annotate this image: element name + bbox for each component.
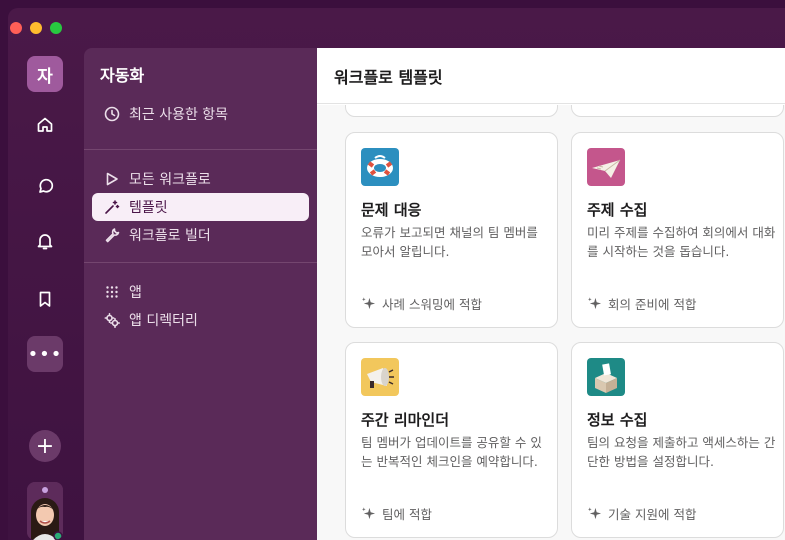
card-description: 팀 멤버가 업데이트를 공유할 수 있는 반복적인 체크인을 예약합니다. [361, 435, 542, 469]
nav-templates[interactable]: 템플릿 [92, 193, 309, 221]
templates-grid: 문제 대응 오류가 보고되면 채널의 팀 멤버를 모아서 알립니다. 사례 스워… [317, 105, 785, 540]
zoom-window-button[interactable] [50, 22, 62, 34]
app-window: 자 ••• + 자동화 최근 사용한 항목 모든 워크플로 템플릿 워크플로 빌… [8, 8, 785, 540]
card-description: 팀의 요청을 제출하고 액세스하는 간단한 방법을 설정합니다. [587, 435, 776, 469]
bookmark-icon[interactable] [30, 284, 60, 314]
nav-workflow-builder[interactable]: 워크플로 빌더 [92, 221, 309, 249]
template-card-incident[interactable]: 문제 대응 오류가 보고되면 채널의 팀 멤버를 모아서 알립니다. 사례 스워… [345, 132, 558, 328]
template-card-topics[interactable]: 주제 수집 미리 주제를 수집하여 회의에서 대화를 시작하는 것을 돕습니다.… [571, 132, 784, 328]
card-description: 미리 주제를 수집하여 회의에서 대화를 시작하는 것을 돕습니다. [587, 225, 776, 259]
panel-title: 자동화 [100, 66, 145, 85]
automation-panel: 자동화 최근 사용한 항목 모든 워크플로 템플릿 워크플로 빌더 앱 앱 디렉… [84, 48, 317, 540]
template-card-intake[interactable]: 정보 수집 팀의 요청을 제출하고 액세스하는 간단한 방법을 설정합니다. 기… [571, 342, 784, 538]
nav-apps[interactable]: 앱 [92, 278, 309, 306]
nav-apps-label: 앱 [129, 285, 142, 301]
add-workspace-button[interactable]: + [29, 430, 61, 462]
card-fit: 기술 지원에 적합 [587, 504, 696, 523]
workspace-rail: 자 ••• + [8, 48, 84, 540]
nav-recent[interactable]: 최근 사용한 항목 [92, 100, 309, 128]
gears-icon [104, 313, 120, 328]
card-title: 주간 리마인더 [361, 411, 450, 429]
page-title: 워크플로 템플릿 [334, 68, 443, 87]
nav-recent-label: 최근 사용한 항목 [129, 107, 229, 123]
nav-workflow-builder-label: 워크플로 빌더 [129, 228, 211, 244]
wrench-icon [105, 228, 120, 243]
divider [84, 149, 317, 150]
card-fit-label: 기술 지원에 적합 [608, 507, 697, 522]
magic-wand-icon [105, 200, 120, 214]
lifebuoy-icon [361, 148, 399, 186]
dms-icon[interactable] [30, 171, 60, 201]
nav-app-directory-label: 앱 디렉터리 [129, 313, 198, 329]
card-title: 정보 수집 [587, 411, 648, 429]
sparkle-icon [361, 297, 376, 310]
nav-templates-label: 템플릿 [129, 200, 168, 216]
card-fit-label: 사례 스워밍에 적합 [382, 297, 482, 312]
nav-all-workflows[interactable]: 모든 워크플로 [92, 165, 309, 193]
card-description: 오류가 보고되면 채널의 팀 멤버를 모아서 알립니다. [361, 225, 538, 259]
avatar[interactable] [27, 482, 63, 540]
main-area: 워크플로 템플릿 문제 대응 오류가 보고되면 채널의 팀 멤버를 모아서 알립… [317, 48, 785, 540]
divider [84, 262, 317, 263]
card-title: 문제 대응 [361, 201, 422, 219]
template-card-partial[interactable] [571, 105, 784, 117]
template-card-reminder[interactable]: 주간 리마인더 팀 멤버가 업데이트를 공유할 수 있는 반복적인 체크인을 예… [345, 342, 558, 538]
card-fit-label: 회의 준비에 적합 [608, 297, 697, 312]
play-icon [106, 172, 118, 186]
sparkle-icon [587, 507, 602, 520]
more-button[interactable]: ••• [27, 336, 63, 372]
clock-icon [104, 106, 120, 122]
card-title: 주제 수집 [587, 201, 648, 219]
minimize-window-button[interactable] [30, 22, 42, 34]
main-header: 워크플로 템플릿 [317, 48, 785, 104]
paper-plane-icon [587, 148, 625, 186]
title-bar [8, 8, 785, 48]
card-fit: 회의 준비에 적합 [587, 294, 696, 313]
nav-app-directory[interactable]: 앱 디렉터리 [92, 306, 309, 334]
megaphone-icon [361, 358, 399, 396]
activity-bell-icon[interactable] [30, 226, 60, 256]
ballot-box-icon [587, 358, 625, 396]
card-fit: 사례 스워밍에 적합 [361, 294, 482, 313]
card-fit-label: 팀에 적합 [382, 507, 432, 522]
home-icon[interactable] [30, 110, 60, 140]
close-window-button[interactable] [10, 22, 22, 34]
sparkle-icon [361, 507, 376, 520]
template-card-partial[interactable] [345, 105, 558, 117]
sparkle-icon [587, 297, 602, 310]
card-fit: 팀에 적합 [361, 504, 432, 523]
nav-all-workflows-label: 모든 워크플로 [129, 172, 211, 188]
workspace-badge[interactable]: 자 [27, 56, 63, 92]
grid-icon [106, 286, 118, 298]
